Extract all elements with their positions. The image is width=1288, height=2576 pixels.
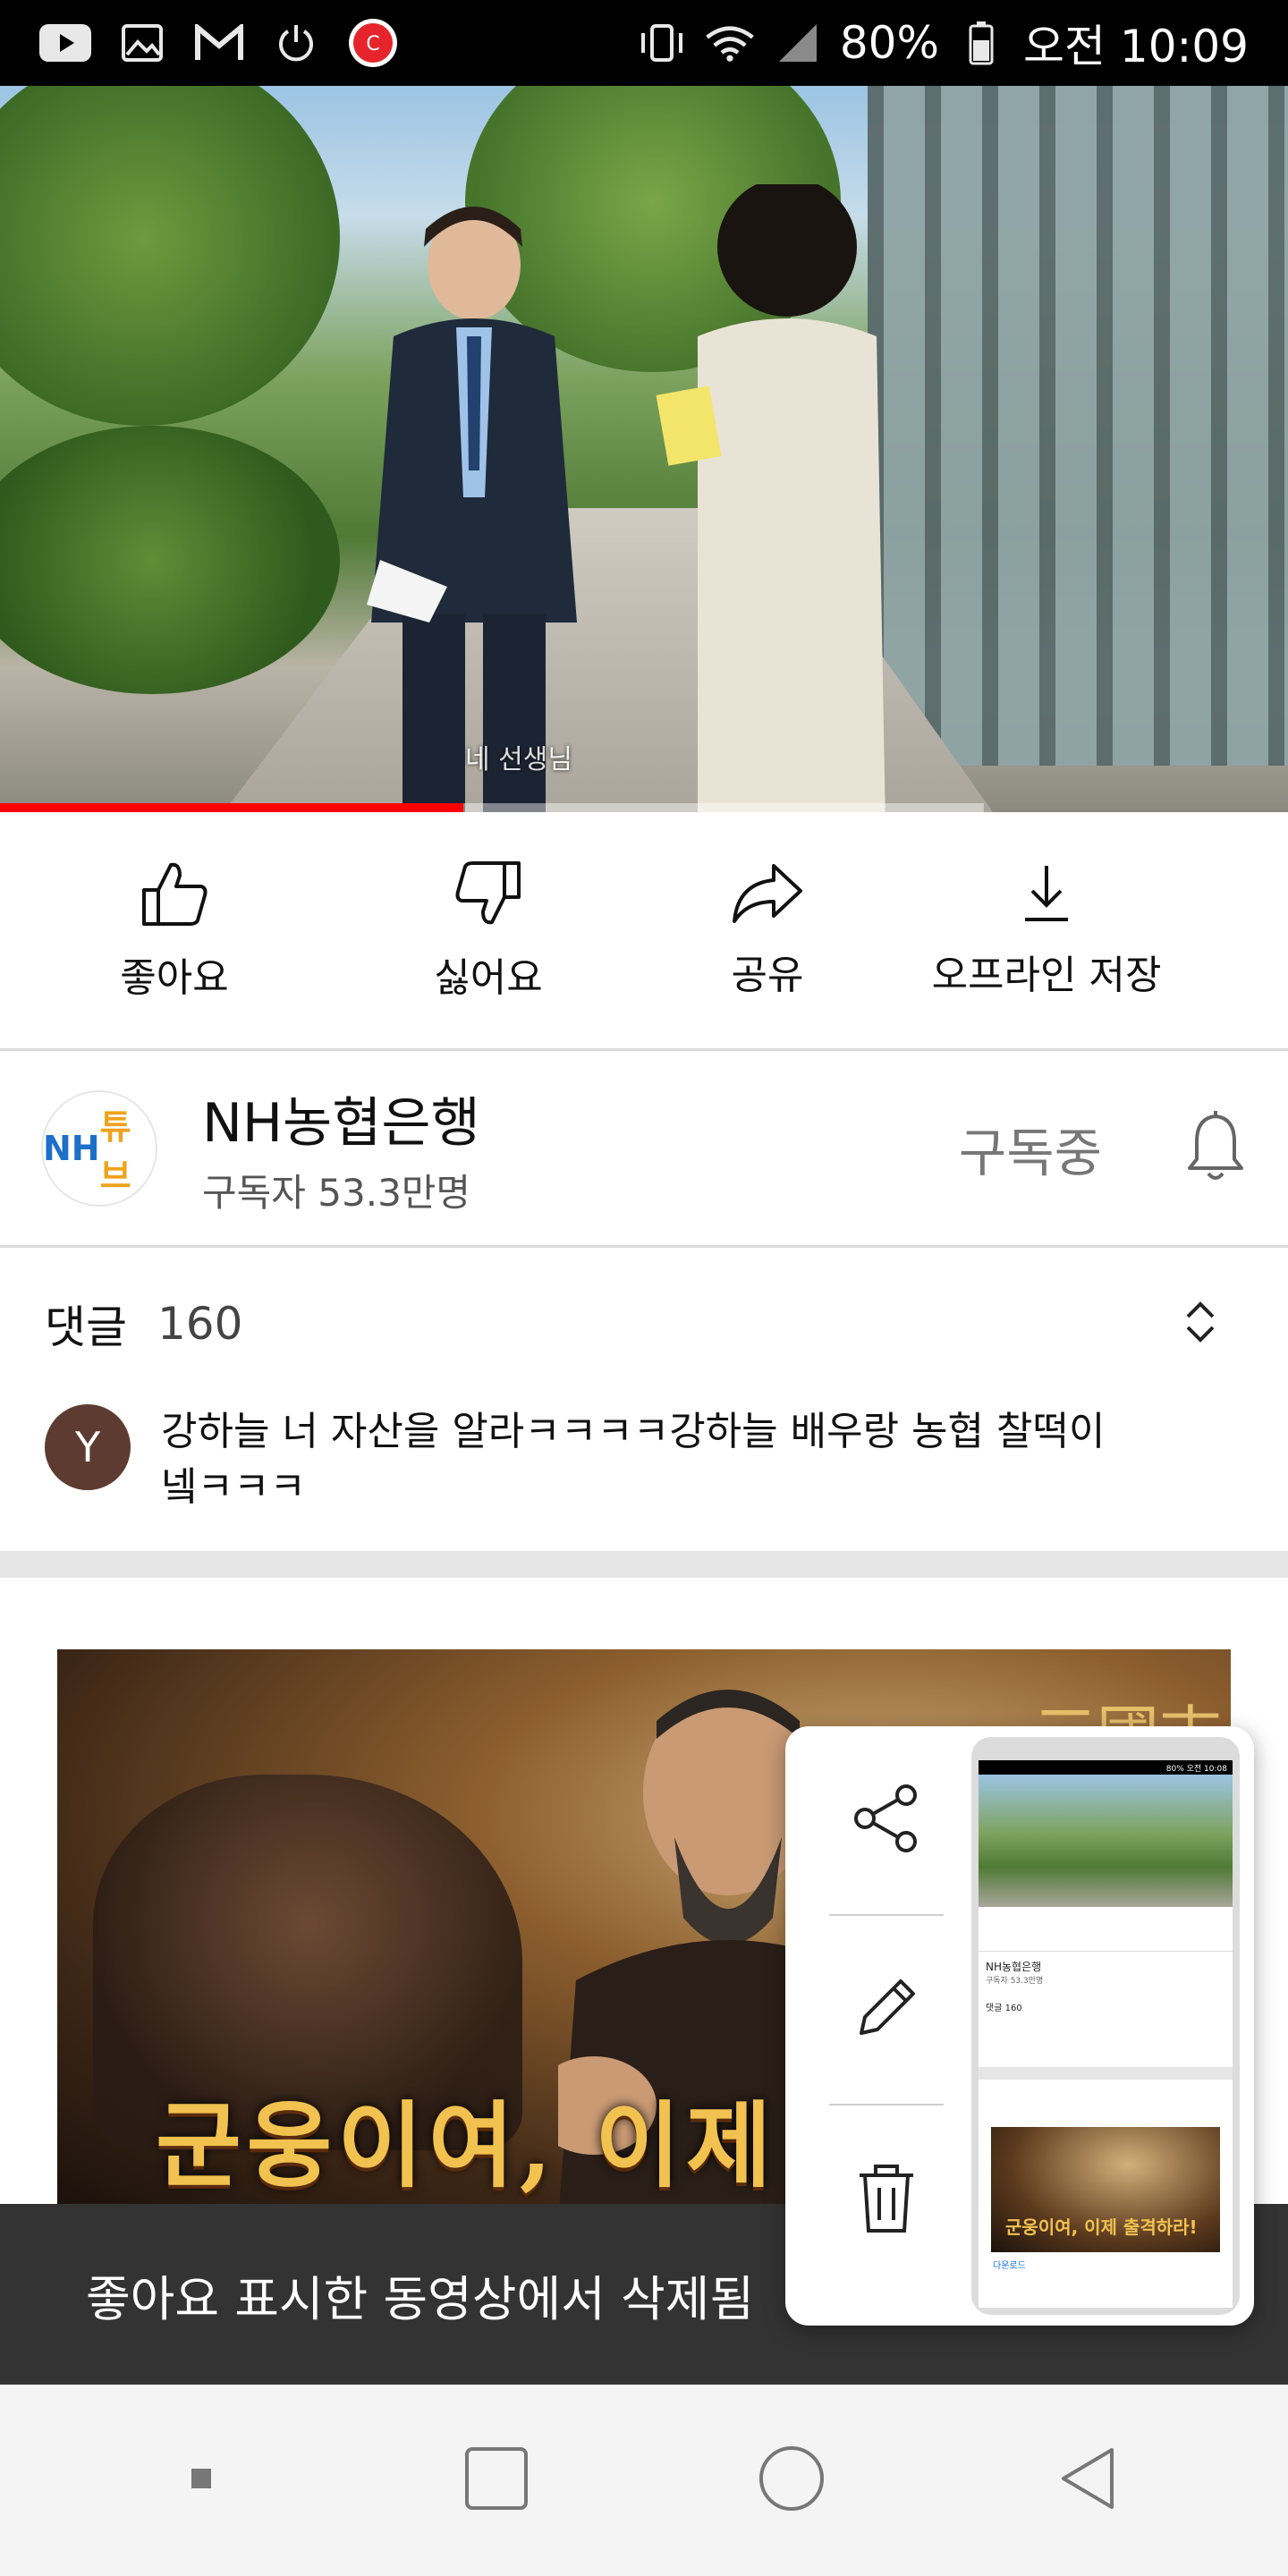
video-person-suit: [367, 207, 577, 812]
channel-avatar-nh-text: NH: [43, 1129, 100, 1168]
screenshot-thumbnail-content: 80% 오전 10:08 NH농협은행 구독자 53.3만명 댓글 160 군웅…: [979, 1760, 1233, 2308]
comments-title: 댓글: [45, 1301, 127, 1353]
square-icon: [463, 2445, 530, 2515]
preview-status: 80% 오전 10:08: [979, 1760, 1233, 1775]
battery-icon: [955, 21, 1007, 65]
recent-apps-button[interactable]: [443, 2427, 550, 2534]
preview-ad: 군웅이여, 이제 출격하라!: [991, 2127, 1220, 2252]
bell-icon[interactable]: [1184, 1109, 1247, 1188]
channel-name: NH농협은행: [202, 1092, 480, 1155]
screenshot-popup: 80% 오전 10:08 NH농협은행 구독자 53.3만명 댓글 160 군웅…: [785, 1726, 1254, 2326]
share-label: 공유: [731, 953, 804, 998]
comment-avatar: Y: [45, 1404, 131, 1490]
home-button[interactable]: [738, 2427, 845, 2534]
download-button[interactable]: 오프라인 저장: [907, 812, 1186, 1050]
video-player[interactable]: 네 선생님: [0, 86, 1288, 812]
channel-row[interactable]: NH 튜브 NH농협은행 구독자 53.3만명 구독중: [0, 1050, 1288, 1247]
video-progress-fill: [0, 803, 463, 812]
notification-badge-icon: C: [347, 19, 399, 67]
channel-info: NH농협은행 구독자 53.3만명: [202, 1080, 959, 1217]
like-button[interactable]: 좋아요: [0, 812, 349, 1050]
channel-subscriber-count: 구독자 53.3만명: [202, 1171, 471, 1215]
status-left-icons: C: [39, 19, 399, 67]
like-label: 좋아요: [120, 955, 229, 1001]
dislike-button[interactable]: 싫어요: [349, 812, 628, 1050]
video-caption: 네 선생님: [465, 744, 572, 775]
comments-section[interactable]: 댓글 160 Y 강하늘 너 자산을 알라ㅋㅋㅋㅋ강하늘 배우랑 농협 찰떡이넼…: [0, 1247, 1288, 1551]
share-button[interactable]: 공유: [628, 812, 907, 1050]
preview-actions: [979, 1907, 1233, 1952]
nav-dot-button[interactable]: [148, 2427, 255, 2534]
preview-separator: [979, 2067, 1233, 2080]
screenshot-share-button[interactable]: [826, 1726, 946, 1914]
svg-text:C: C: [366, 33, 379, 55]
preview-channel-name: NH농협은행: [986, 1961, 1042, 1973]
comment-item[interactable]: Y 강하늘 너 자산을 알라ㅋㅋㅋㅋ강하늘 배우랑 농협 찰떡이넼ㅋㅋㅋ: [45, 1404, 1243, 1515]
comments-count: 160: [157, 1298, 243, 1350]
clock: 오전 10:09: [1023, 21, 1249, 72]
expand-icon[interactable]: [1182, 1295, 1218, 1352]
triangle-back-icon: [1055, 2445, 1119, 2516]
download-label: 오프라인 저장: [931, 953, 1162, 998]
share-icon: [851, 1783, 922, 1858]
dislike-label: 싫어요: [434, 955, 543, 1001]
channel-avatar-tube-text: 튜브: [99, 1107, 131, 1196]
comment-text: 강하늘 너 자산을 알라ㅋㅋㅋㅋ강하늘 배우랑 농협 찰떡이넼ㅋㅋㅋ: [161, 1409, 1106, 1510]
thumbs-up-icon: [139, 860, 210, 931]
screenshot-thumbnail[interactable]: 80% 오전 10:08 NH농협은행 구독자 53.3만명 댓글 160 군웅…: [971, 1737, 1240, 2315]
wifi-icon: [704, 22, 756, 64]
comments-header: 댓글 160: [45, 1292, 1243, 1356]
preview-video: [979, 1775, 1233, 1907]
vibrate-icon: [636, 22, 688, 64]
video-tree: [0, 86, 340, 426]
pencil-icon: [851, 1972, 922, 2047]
preview-channel-subs: 구독자 53.3만명: [986, 1977, 1044, 1986]
share-arrow-icon: [731, 862, 804, 928]
gmail-icon: [193, 22, 245, 64]
power-icon: [270, 22, 322, 64]
screenshot-tools: [826, 1726, 946, 2326]
video-actions: 좋아요 싫어요 공유 오프라인 저장 만들: [0, 812, 1288, 1050]
create-button[interactable]: 만들: [1186, 812, 1288, 1050]
navigation-bar: [0, 2385, 1288, 2576]
video-hedge: [0, 426, 340, 694]
video-building: [868, 86, 1288, 766]
preview-comments-label: 댓글 160: [986, 2004, 1022, 2013]
battery-percent: 80%: [839, 17, 939, 69]
small-square-icon: [188, 2465, 215, 2496]
status-right: 80% 오전 10:09: [636, 11, 1249, 75]
circle-icon: [758, 2445, 826, 2516]
image-icon: [116, 22, 168, 64]
back-button[interactable]: [1033, 2427, 1140, 2534]
download-icon: [1020, 862, 1073, 928]
screenshot-edit-button[interactable]: [826, 1916, 946, 2104]
subscribed-button[interactable]: 구독중: [959, 1111, 1102, 1186]
video-person-white: [656, 184, 886, 812]
status-bar: C 80% 오전 10:09: [0, 0, 1288, 86]
signal-icon: [772, 22, 824, 64]
preview-download-label: 다운로드: [993, 2261, 1026, 2271]
trash-icon: [851, 2159, 922, 2240]
screenshot-delete-button[interactable]: [826, 2106, 946, 2293]
channel-avatar[interactable]: NH 튜브: [41, 1090, 157, 1207]
section-separator: [0, 1551, 1288, 1578]
snackbar-text: 좋아요 표시한 동영상에서 삭제됨: [86, 2270, 755, 2327]
preview-ad-text: 군웅이여, 이제 출격하라!: [1005, 2216, 1198, 2238]
thumbs-down-icon: [453, 860, 524, 931]
youtube-icon: [39, 22, 91, 64]
